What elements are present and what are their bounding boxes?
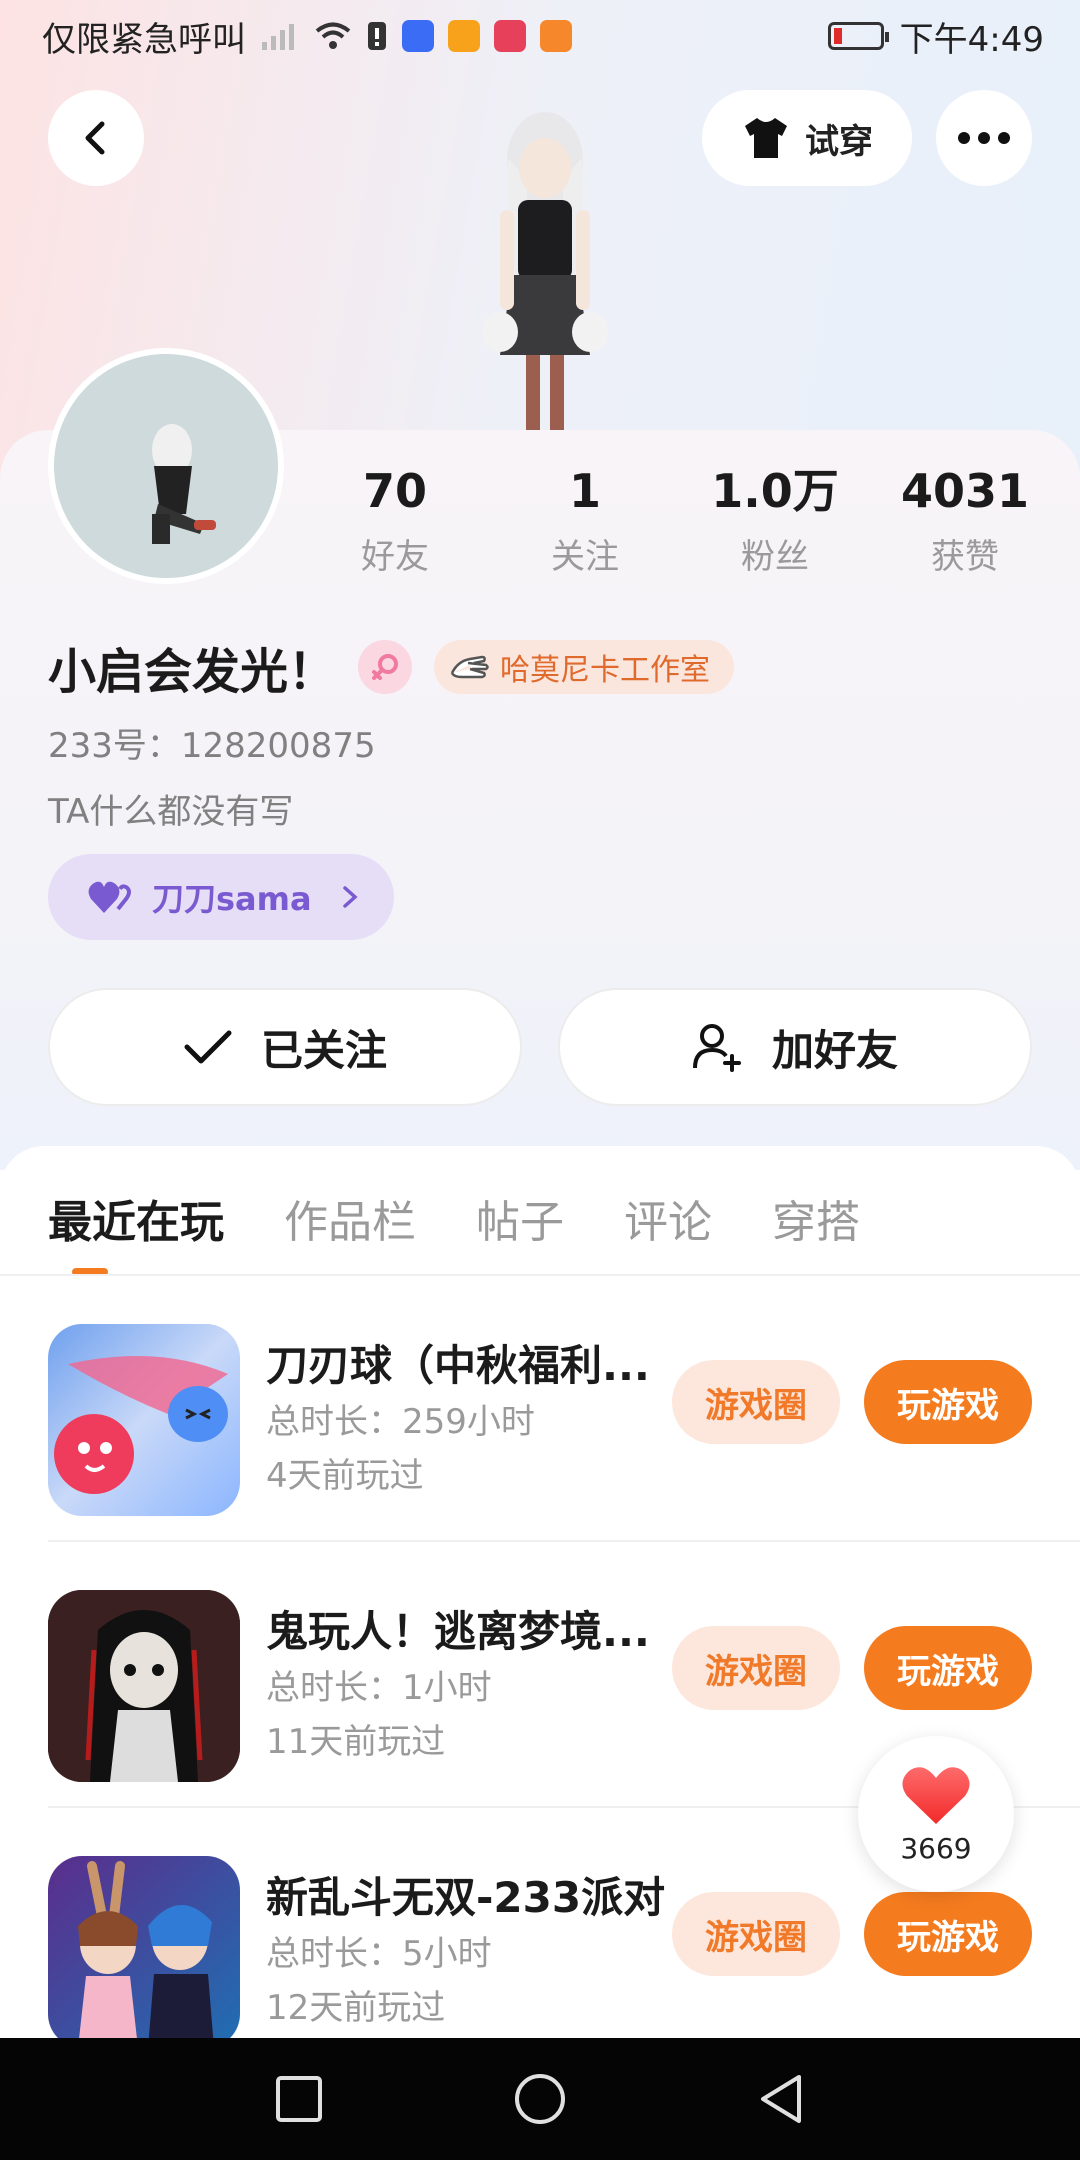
- more-dots-icon: [958, 132, 1010, 144]
- home-icon[interactable]: [513, 2072, 567, 2126]
- chevron-left-icon: [85, 121, 105, 155]
- double-heart-icon: [88, 881, 131, 913]
- game-icon[interactable]: [48, 1856, 240, 2048]
- stat-value: 1.0万: [711, 464, 839, 518]
- stat-label: 关注: [551, 536, 619, 577]
- game-last-played: 12天前玩过: [266, 1988, 446, 2028]
- game-icon[interactable]: [48, 1590, 240, 1782]
- game-title: 新乱斗无双-233派对: [266, 1873, 666, 1922]
- back-nav-icon[interactable]: [757, 2073, 805, 2125]
- followed-label: 已关注: [260, 1025, 387, 1075]
- play-game-button[interactable]: 玩游戏: [864, 1626, 1032, 1710]
- followed-button[interactable]: 已关注: [48, 988, 522, 1106]
- recents-icon[interactable]: [275, 2075, 323, 2123]
- account-id: 233号：128200875: [48, 726, 376, 766]
- game-title: 刀刃球（中秋福利...: [266, 1341, 650, 1390]
- system-nav-bar: [0, 2038, 1080, 2160]
- stat-likes[interactable]: 4031 获赞: [870, 466, 1060, 578]
- carrier-text: 仅限紧急呼叫: [42, 19, 246, 60]
- tab-works[interactable]: 作品栏: [284, 1186, 416, 1250]
- partner-chip[interactable]: 刀刀sama: [48, 854, 394, 940]
- profile-name: 小启会发光！: [48, 644, 337, 700]
- try-on-label: 试穿: [805, 121, 873, 162]
- game-icon[interactable]: [48, 1324, 240, 1516]
- gender-badge: [358, 640, 413, 694]
- stat-value: 1: [568, 464, 601, 518]
- play-game-button[interactable]: 玩游戏: [864, 1360, 1032, 1444]
- alert-icon: [368, 22, 386, 50]
- tab-bar: 最近在玩 作品栏 帖子 评论 穿搭: [48, 1186, 860, 1250]
- profile-bio: TA什么都没有写: [48, 792, 294, 832]
- game-duration: 总时长：1小时: [266, 1668, 492, 1708]
- ghost-girl-icon: [48, 1590, 240, 1782]
- game-circle-button[interactable]: 游戏圈: [672, 1360, 840, 1444]
- like-count: 3669: [900, 1831, 972, 1865]
- tshirt-icon: [745, 118, 787, 158]
- stat-label: 获赞: [931, 536, 999, 577]
- stat-following[interactable]: 1 关注: [490, 466, 680, 578]
- stat-fans[interactable]: 1.0万 粉丝: [680, 466, 870, 578]
- battery-icon: [827, 22, 889, 50]
- stat-friends[interactable]: 70 好友: [300, 466, 490, 578]
- status-bar: 仅限紧急呼叫 下午4:49: [0, 0, 1080, 72]
- heart-icon: [902, 1766, 970, 1824]
- huawei-mail-icon: [494, 20, 526, 52]
- like-float-button[interactable]: 3669: [858, 1736, 1014, 1892]
- chevron-right-icon: [342, 886, 358, 908]
- hand-icon: [450, 655, 489, 679]
- stat-label: 好友: [361, 536, 429, 577]
- stat-label: 粉丝: [741, 536, 809, 577]
- status-time: 下午4:49: [899, 19, 1044, 60]
- female-icon: [372, 654, 399, 680]
- game-last-played: 11天前玩过: [266, 1722, 446, 1762]
- partner-name: 刀刀sama: [152, 880, 312, 918]
- profile-stats: 70 好友 1 关注 1.0万 粉丝 4031 获赞: [300, 466, 1060, 578]
- stat-value: 4031: [900, 464, 1030, 518]
- party-characters-icon: [78, 1861, 214, 2048]
- avatar[interactable]: [48, 348, 284, 584]
- tab-posts[interactable]: 帖子: [476, 1186, 564, 1250]
- game-circle-button[interactable]: 游戏圈: [672, 1892, 840, 1976]
- studio-label: 哈莫尼卡工作室: [500, 653, 711, 688]
- more-button[interactable]: [936, 90, 1032, 186]
- play-game-button[interactable]: 玩游戏: [864, 1892, 1032, 1976]
- back-button[interactable]: [48, 90, 144, 186]
- stat-value: 70: [362, 464, 427, 518]
- add-friend-label: 加好友: [771, 1025, 898, 1075]
- game-duration: 总时长：259小时: [266, 1402, 535, 1442]
- try-on-button[interactable]: 试穿: [702, 90, 912, 186]
- game-row[interactable]: 刀刃球（中秋福利... 总时长：259小时 4天前玩过 游戏圈 玩游戏: [48, 1276, 1080, 1542]
- add-user-icon: [692, 1024, 741, 1072]
- music-app-icon: [402, 20, 434, 52]
- signal-icon: [262, 24, 294, 50]
- game-last-played: 4天前玩过: [266, 1456, 424, 1496]
- blade-ball-icon: [54, 1356, 228, 1494]
- avatar-figure-icon: [152, 424, 216, 544]
- content-panel: 最近在玩 作品栏 帖子 评论 穿搭 刀刃球（中秋福利... 总时长：259小时 …: [0, 1146, 1080, 2160]
- avatar-3d-figure: [482, 112, 608, 430]
- tab-comments[interactable]: 评论: [624, 1186, 712, 1250]
- name-row: 小启会发光！ 哈莫尼卡工作室: [48, 632, 735, 702]
- add-friend-button[interactable]: 加好友: [558, 988, 1032, 1106]
- studio-badge[interactable]: 哈莫尼卡工作室: [434, 640, 735, 694]
- wifi-icon: [315, 22, 351, 49]
- game-circle-button[interactable]: 游戏圈: [672, 1626, 840, 1710]
- video-app-icon: [540, 20, 572, 52]
- game-duration: 总时长：5小时: [266, 1934, 492, 1974]
- orange-app-icon: [448, 20, 480, 52]
- game-title: 鬼玩人！逃离梦境...: [266, 1607, 650, 1656]
- tab-recent-played[interactable]: 最近在玩: [48, 1186, 224, 1250]
- tab-outfits[interactable]: 穿搭: [772, 1186, 860, 1250]
- check-icon: [184, 1030, 232, 1064]
